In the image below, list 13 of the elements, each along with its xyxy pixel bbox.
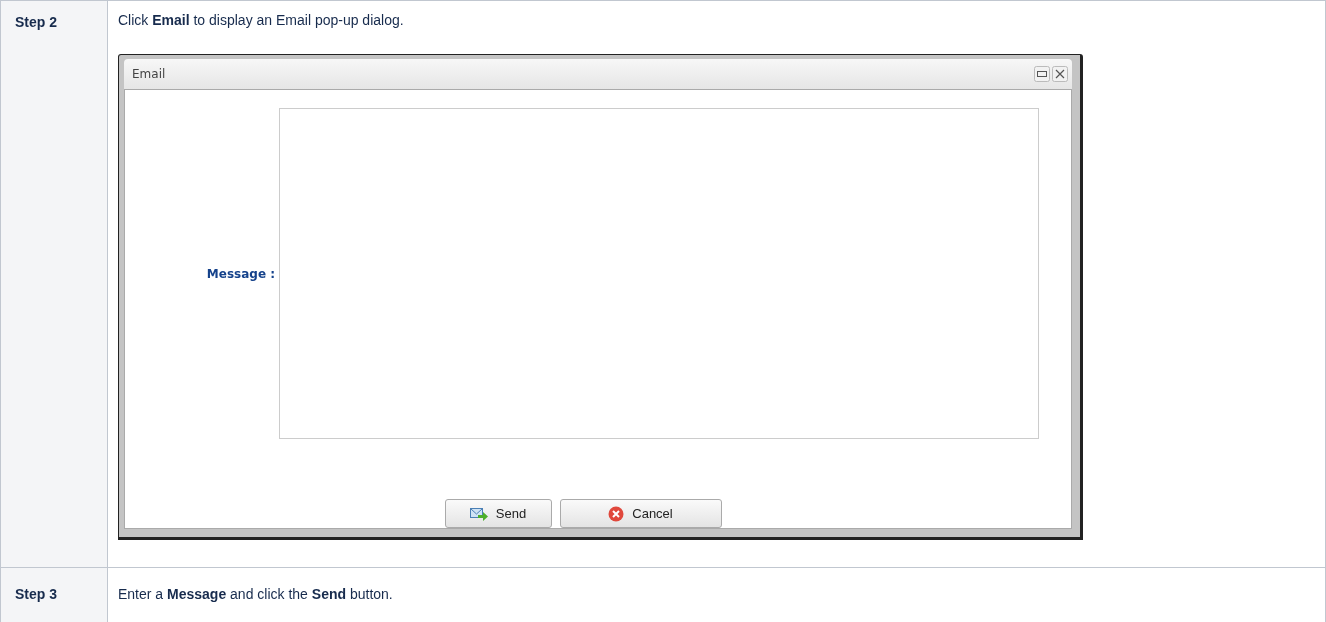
- cancel-button[interactable]: Cancel: [559, 499, 722, 528]
- step-instruction: Click Email to display an Email pop-up dialog.: [118, 12, 404, 28]
- maximize-icon[interactable]: [1034, 66, 1050, 82]
- message-label: Message :: [205, 266, 276, 281]
- step-instruction: Enter a Message and click the Send button.: [118, 586, 393, 602]
- step-label: Step 2: [14, 14, 57, 30]
- step-label: Step 3: [14, 586, 57, 602]
- dialog-title: Email: [132, 67, 166, 81]
- close-icon[interactable]: [1052, 66, 1068, 82]
- envelope-arrow-icon: [469, 505, 488, 522]
- message-field[interactable]: [279, 108, 1039, 439]
- send-button[interactable]: Send: [444, 499, 552, 528]
- cancel-icon: [608, 505, 625, 522]
